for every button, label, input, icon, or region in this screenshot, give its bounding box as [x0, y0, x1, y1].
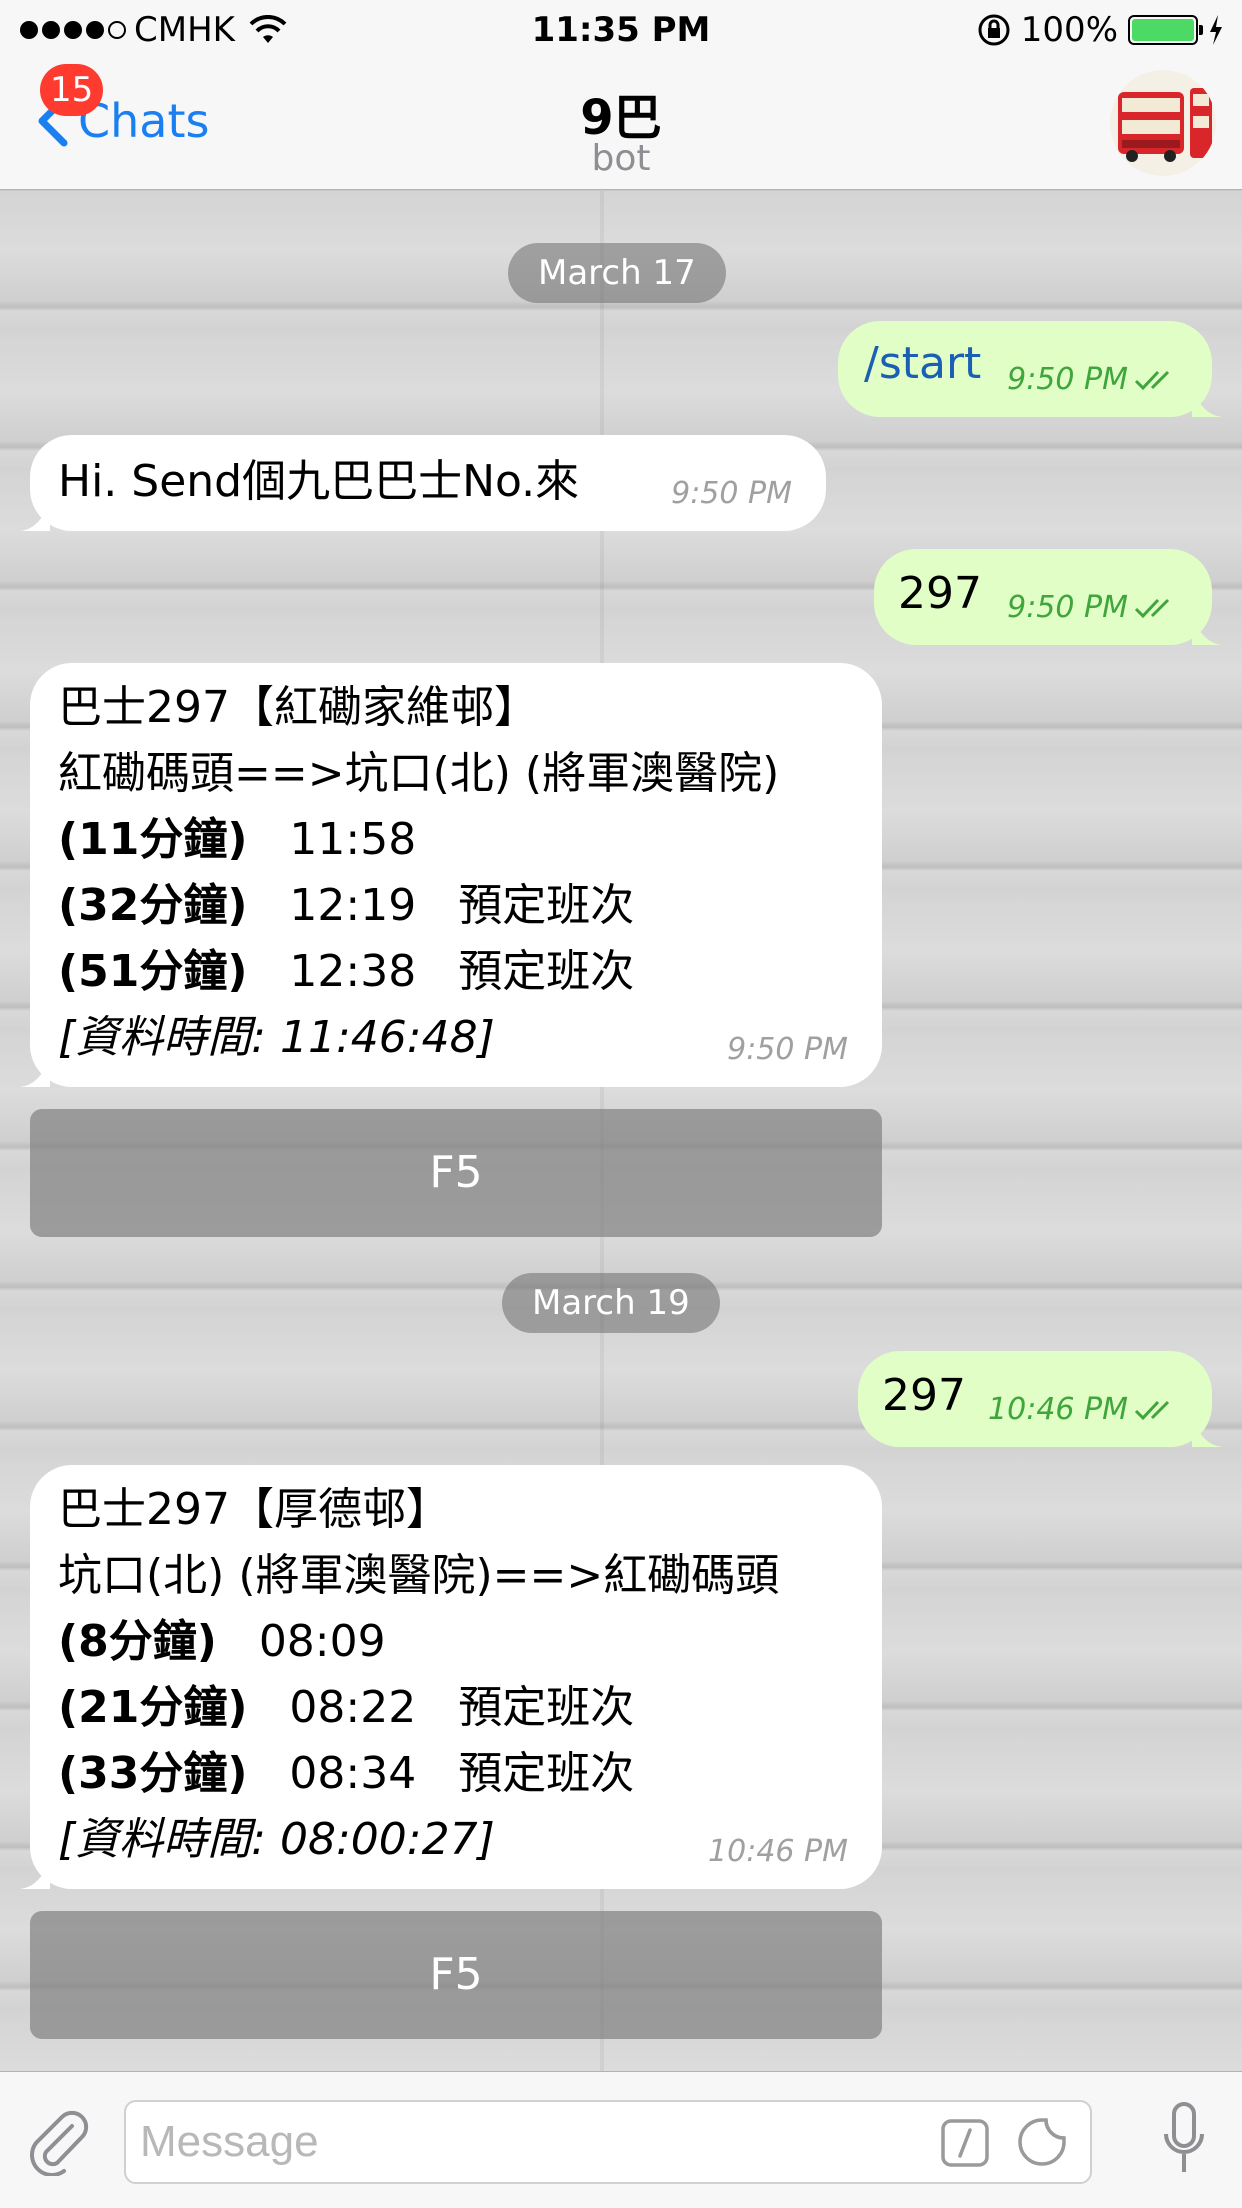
- data-timestamp: [資料時間: 11:46:48]: [58, 1005, 779, 1071]
- nav-bar: Chats 15 9巴 bot: [0, 60, 1242, 190]
- data-time-label: [資料時間:: [58, 1012, 280, 1063]
- f5-refresh-button[interactable]: F5: [30, 1109, 882, 1237]
- message-text: /start: [864, 338, 982, 389]
- battery-icon: [1128, 15, 1203, 45]
- eta-minutes: (51分鐘): [58, 946, 248, 997]
- f5-refresh-button[interactable]: F5: [30, 1911, 882, 2039]
- bus-route-title: 巴士297【紅磡家維邨】: [58, 682, 538, 733]
- eta-time: 12:19: [289, 880, 417, 931]
- status-right: 100%: [977, 10, 1224, 50]
- message-meta: 9:50 PM: [1007, 590, 1178, 625]
- eta-row: (51分鐘) 12:38 預定班次: [58, 939, 779, 1005]
- message-input[interactable]: [140, 2112, 920, 2172]
- date-separator: March 17: [508, 243, 726, 303]
- message-input-bar: [0, 2071, 1242, 2208]
- eta-time: 08:34: [289, 1748, 417, 1799]
- bus-route-direction: 坑口(北) (將軍澳醫院)==>紅磡碼頭: [58, 1550, 780, 1601]
- chat-history[interactable]: March 17 /start 9:50 PM Hi. Send個九巴巴士No.…: [0, 191, 1242, 2071]
- status-bar: CMHK 11:35 PM 100%: [0, 0, 1242, 60]
- message-meta: 9:50 PM: [727, 1032, 848, 1067]
- eta-note: 預定班次: [458, 1682, 635, 1733]
- rotation-lock-icon: [978, 14, 1010, 46]
- slash-command-icon[interactable]: [940, 2118, 990, 2168]
- eta-time: 12:38: [289, 946, 417, 997]
- message-time: 9:50 PM: [671, 476, 792, 511]
- message-meta: 10:46 PM: [988, 1392, 1178, 1427]
- bus-eta-message[interactable]: 巴士297【厚德邨】 坑口(北) (將軍澳醫院)==>紅磡碼頭 (8分鐘) 08…: [20, 1465, 882, 1889]
- bus-route-title: 巴士297【厚德邨】: [58, 1484, 450, 1535]
- bus-route-direction: 紅磡碼頭==>坑口(北) (將軍澳醫院): [58, 748, 780, 799]
- eta-row: (32分鐘) 12:19 預定班次: [58, 873, 779, 939]
- eta-row: (33分鐘) 08:34 預定班次: [58, 1741, 779, 1807]
- double-check-icon: [1134, 370, 1170, 390]
- double-check-icon: [1134, 1400, 1170, 1420]
- eta-time: 08:09: [258, 1616, 386, 1667]
- paperclip-icon[interactable]: [22, 2106, 92, 2176]
- outgoing-message[interactable]: /start 9:50 PM: [838, 321, 1222, 417]
- data-timestamp: [資料時間: 08:00:27]: [58, 1807, 779, 1873]
- message-text: 297: [898, 568, 982, 619]
- message-time: 10:46 PM: [988, 1392, 1128, 1427]
- message-field[interactable]: [124, 2100, 1092, 2184]
- eta-minutes: (33分鐘): [58, 1748, 248, 1799]
- chat-subtitle: bot: [591, 138, 651, 179]
- data-time-value: 11:46:48]: [279, 1012, 495, 1063]
- eta-note: 預定班次: [458, 880, 635, 931]
- outgoing-message[interactable]: 297 9:50 PM: [874, 549, 1222, 645]
- message-time: 9:50 PM: [727, 1032, 848, 1067]
- sticker-icon[interactable]: [1016, 2116, 1068, 2168]
- microphone-icon[interactable]: [1162, 2102, 1206, 2178]
- eta-row: (21分鐘) 08:22 預定班次: [58, 1675, 779, 1741]
- date-separator: March 19: [502, 1273, 720, 1333]
- eta-row: (11分鐘) 11:58: [58, 807, 779, 873]
- message-text: 297: [882, 1370, 966, 1421]
- message-time: 10:46 PM: [708, 1834, 848, 1869]
- bolt-icon: [1210, 15, 1222, 45]
- message-text: Hi. Send個九巴巴士No.來: [58, 456, 580, 507]
- eta-time: 08:22: [289, 1682, 417, 1733]
- message-time: 9:50 PM: [1007, 590, 1128, 625]
- battery-percentage: 100%: [1020, 10, 1118, 50]
- message-meta: 9:50 PM: [671, 476, 792, 511]
- bot-avatar[interactable]: [1110, 70, 1216, 176]
- incoming-message[interactable]: Hi. Send個九巴巴士No.來 9:50 PM: [20, 435, 826, 531]
- eta-minutes: (8分鐘): [58, 1616, 217, 1667]
- eta-note: 預定班次: [458, 946, 635, 997]
- eta-row: (8分鐘) 08:09: [58, 1609, 779, 1675]
- message-meta: 9:50 PM: [1007, 362, 1178, 397]
- bus-avatar-image: [1110, 70, 1216, 176]
- double-check-icon: [1134, 598, 1170, 618]
- eta-minutes: (21分鐘): [58, 1682, 248, 1733]
- eta-minutes: (11分鐘): [58, 814, 248, 865]
- data-time-label: [資料時間:: [58, 1814, 280, 1865]
- message-time: 9:50 PM: [1007, 362, 1128, 397]
- eta-minutes: (32分鐘): [58, 880, 248, 931]
- eta-time: 11:58: [289, 814, 417, 865]
- message-meta: 10:46 PM: [708, 1834, 848, 1869]
- eta-note: 預定班次: [458, 1748, 635, 1799]
- outgoing-message[interactable]: 297 10:46 PM: [858, 1351, 1222, 1447]
- bus-eta-message[interactable]: 巴士297【紅磡家維邨】 紅磡碼頭==>坑口(北) (將軍澳醫院) (11分鐘)…: [20, 663, 882, 1087]
- data-time-value: 08:00:27]: [279, 1814, 495, 1865]
